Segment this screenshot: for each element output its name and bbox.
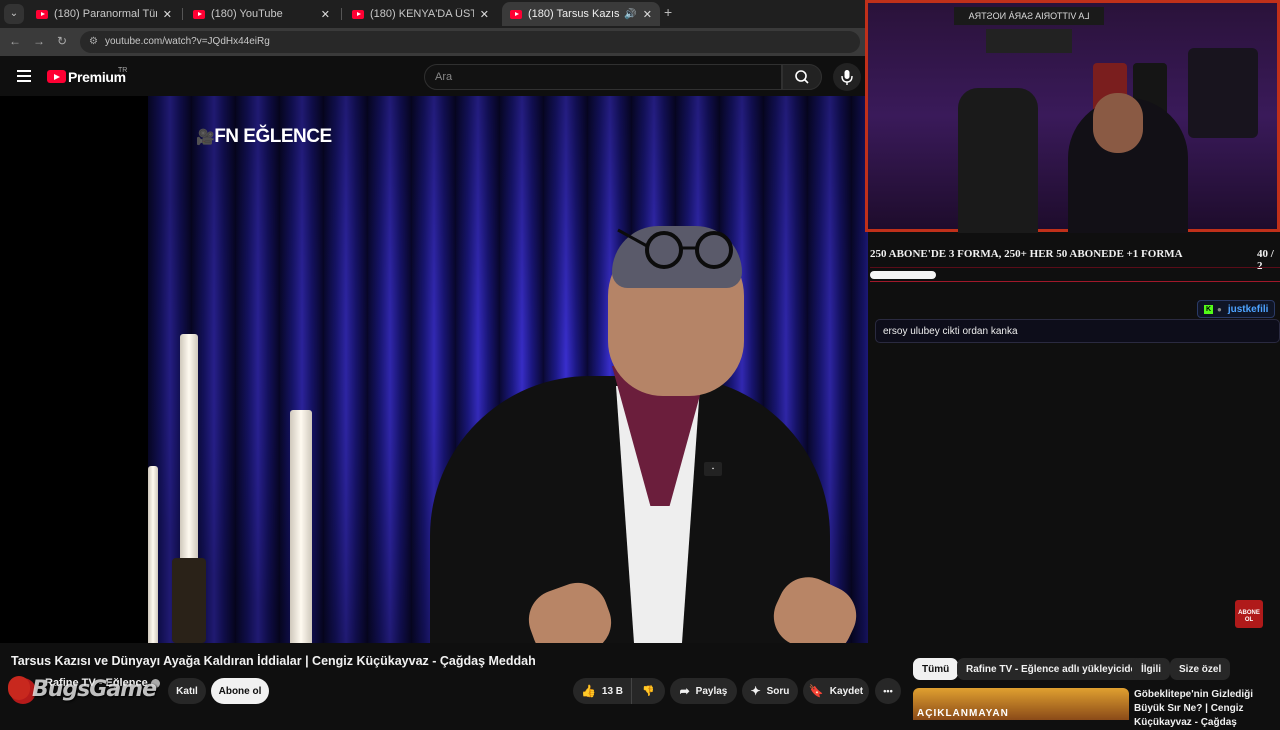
more-actions-button[interactable]: ••• [875,678,901,704]
bugsgame-watermark-text: BugsGame [32,677,157,702]
candle [290,410,312,643]
browser-tab-1[interactable]: (180) Paranormal Türkiye: Türk ✕ [28,2,180,26]
eyeglasses-icon [617,228,733,269]
search-input[interactable] [435,71,765,83]
bookmark-icon: 🔖 [808,684,824,698]
youtube-logo-icon[interactable] [47,70,66,83]
close-tab-icon[interactable]: ✕ [315,8,330,21]
share-arrow-icon: ➦ [679,684,690,698]
youtube-favicon-icon [193,9,205,19]
jacket [1188,48,1258,138]
recommended-video-title[interactable]: Göbeklitepe'nin Gizlediği Büyük Sır Ne? … [1134,688,1274,730]
tab-title: (180) KENYA'DA ÜSTÜ ÖRTÜLE [370,8,474,20]
site-info-icon[interactable]: ⚙ [89,36,98,47]
tab-divider [341,8,342,20]
subscribe-overlay-badge: ABONE OL [1235,600,1263,628]
search-button[interactable] [782,64,822,90]
goal-progress-fill [870,271,936,279]
share-label: Paylaş [695,685,728,697]
url-field[interactable]: ⚙ youtube.com/watch?v=JQdHx44eiRg [80,31,860,53]
bugsgame-logo-icon [8,676,30,700]
back-arrow-icon[interactable]: ← [9,34,21,48]
close-tab-icon[interactable]: ✕ [157,8,172,21]
wall-letters [986,29,1072,53]
join-label: Katıl [176,685,198,697]
subscriber-goal-text: 250 ABONE'DE 3 FORMA, 250+ HER 50 ABONED… [870,248,1183,260]
youtube-header: Premium TR [0,56,868,96]
region-code: TR [118,67,128,74]
recommended-video-thumbnail[interactable]: AÇIKLANMAYAN [913,688,1129,720]
save-label: Kaydet [829,685,864,697]
youtube-favicon-icon [36,9,48,19]
speaker-icon[interactable]: 🔊 [624,9,636,20]
streamer-webcam: LA VITTORIA SARÀ NOSTRA [865,0,1280,233]
reload-icon[interactable]: ↻ [57,34,67,48]
youtube-favicon-icon [352,9,364,19]
tab-title: (180) Tarsus Kazısı ve Dünya [528,8,621,20]
watermark-text: FN EĞLENCE [214,126,332,147]
bugsgame-watermark: BugsGame [8,676,157,702]
video-player[interactable]: 🎥FN EĞLENCE ▪ [0,96,868,643]
forward-arrow-icon[interactable]: → [33,34,45,48]
search-box [424,64,782,90]
chip-from-uploader[interactable]: Rafine TV - Eğlence adlı yükleyiciden [957,658,1152,680]
like-count: 13 B [601,685,624,697]
chip-all[interactable]: Tümü [913,658,959,680]
thumbnail-text: AÇIKLANMAYAN [917,708,1009,719]
hamburger-menu-icon[interactable] [17,70,31,82]
dislike-button[interactable]: 👎 [631,678,665,704]
video-title: Tarsus Kazısı ve Dünyayı Ayağa Kaldıran … [11,654,536,668]
browser-tab-4-active[interactable]: (180) Tarsus Kazısı ve Dünya 🔊 ✕ [502,2,660,26]
chip-related[interactable]: İlgili [1132,658,1170,680]
save-button[interactable]: 🔖 Kaydet [803,678,869,704]
chat-username-text: justkefili [1227,303,1269,315]
youtube-favicon-icon [510,9,522,19]
close-tab-icon[interactable]: ✕ [474,8,489,21]
search-icon [795,70,809,84]
thumbs-up-icon: 👍 [580,684,596,698]
microphone-icon [841,70,853,85]
gaming-chair [958,88,1038,233]
film-camera-icon: 🎥 [196,129,215,146]
close-tab-icon[interactable]: ✕ [637,8,652,21]
mic-badge-icon: ● [1217,304,1222,314]
browser-tab-3[interactable]: (180) KENYA'DA ÜSTÜ ÖRTÜLE ✕ [344,2,497,26]
candle-holder [172,558,206,643]
chat-username: K ● justkefili [1197,300,1276,318]
browser-tab-2[interactable]: (180) YouTube ✕ [185,2,338,26]
subscribe-button[interactable]: Abone ol [211,678,269,704]
lapel-microphone-icon: ▪ [704,462,722,476]
voice-search-button[interactable] [833,63,861,91]
tab-title: (180) Paranormal Türkiye: Türk [54,8,157,20]
candle [148,466,158,643]
wall-sign: LA VITTORIA SARÀ NOSTRA [954,7,1104,25]
new-tab-plus-icon[interactable]: + [664,4,672,20]
tab-title: (180) YouTube [211,8,283,20]
address-bar-row: ← → ↻ ⚙ youtube.com/watch?v=JQdHx44eiRg [0,28,868,56]
candle [180,334,198,559]
channel-watermark: 🎥FN EĞLENCE [196,126,332,148]
ask-label: Soru [766,685,790,697]
sparkle-icon: ✦ [750,684,761,698]
chat-message: ersoy ulubey cikti ordan kanka [875,319,1280,343]
join-button[interactable]: Katıl [168,678,206,704]
chip-for-you[interactable]: Size özel [1170,658,1231,680]
kick-badge-icon: K [1204,304,1213,314]
thumbs-down-icon: 👎 [642,685,655,697]
more-icon: ••• [883,686,893,696]
tab-divider [182,8,183,20]
like-button[interactable]: 👍 13 B [573,678,631,704]
subscribe-label: Abone ol [218,685,262,697]
tab-list-chevron-icon[interactable]: ⌄ [4,4,24,24]
share-button[interactable]: ➦ Paylaş [670,678,737,704]
streamer-face [1093,93,1143,153]
ask-button[interactable]: ✦ Soru [742,678,798,704]
goal-progress-bar [870,271,1280,279]
url-text: youtube.com/watch?v=JQdHx44eiRg [105,36,270,47]
